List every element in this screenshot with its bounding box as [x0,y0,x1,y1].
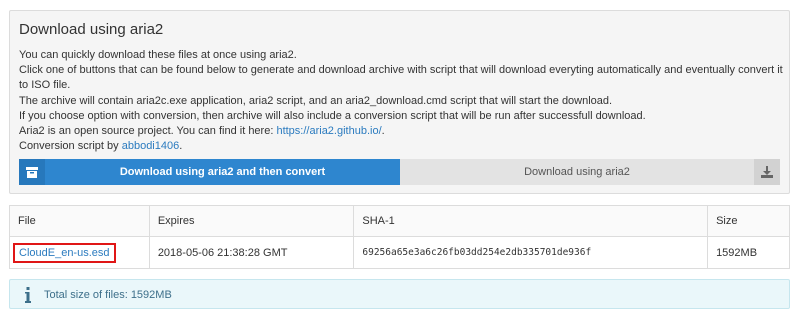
header-file: File [9,205,150,237]
download-button-group: Download using aria2 and then convert Do… [19,159,780,185]
archive-text: The archive will contain aria2c.exe appl… [19,94,646,124]
header-expires: Expires [148,205,355,237]
aria2-info-text: Aria2 is an open source project. You can… [19,125,277,137]
aria2-download-panel: Download using aria2 You can quickly dow… [9,10,790,194]
download-and-convert-label: Download using aria2 and then convert [119,166,326,178]
aria2-info-line: Aria2 is an open source project. You can… [19,124,385,139]
conversion-credit-suffix: . [179,140,183,152]
files-table: File Expires SHA-1 Size CloudE_en-us.esd… [9,205,790,269]
file-cell: CloudE_en-us.esd [9,236,150,269]
download-aria2-button[interactable]: Download using aria2 [400,159,780,185]
info-icon [25,287,31,303]
aria2-website-link[interactable]: https://aria2.github.io/ [276,125,381,137]
download-icon [754,159,780,185]
archive-line-2: If you choose option with conversion, th… [19,110,646,122]
archive-line-1: The archive will contain aria2c.exe appl… [19,95,613,107]
panel-title: Download using aria2 [19,21,164,38]
archive-icon [19,159,45,185]
file-link[interactable]: CloudE_en-us.esd [13,242,116,263]
expires-cell: 2018-05-06 21:38:28 GMT [148,236,355,269]
download-and-convert-button[interactable]: Download using aria2 and then convert [19,159,400,185]
size-cell: 1592MB [707,236,790,269]
table-row: CloudE_en-us.esd 2018-05-06 21:38:28 GMT… [9,236,790,269]
total-size-text: Total size of files: 1592MB [44,289,172,301]
credits-text: Aria2 is an open source project. You can… [19,124,385,154]
conversion-credit-line: Conversion script by abbodi1406. [19,139,385,154]
header-size: Size [707,205,790,237]
intro-line-1: You can quickly download these files at … [19,49,297,61]
total-size-info: Total size of files: 1592MB [9,279,790,309]
sha1-cell: 69256a65e3a6c26fb03dd254e2db335701de936f [353,236,709,269]
header-sha1: SHA-1 [353,205,709,237]
intro-text: You can quickly download these files at … [19,48,789,93]
download-aria2-label: Download using aria2 [524,166,630,178]
intro-line-2: Click one of buttons that can be found b… [19,64,783,91]
table-header-row: File Expires SHA-1 Size [9,205,790,237]
author-link[interactable]: abbodi1406 [122,140,180,152]
aria2-info-suffix: . [381,125,385,137]
conversion-credit-text: Conversion script by [19,140,122,152]
